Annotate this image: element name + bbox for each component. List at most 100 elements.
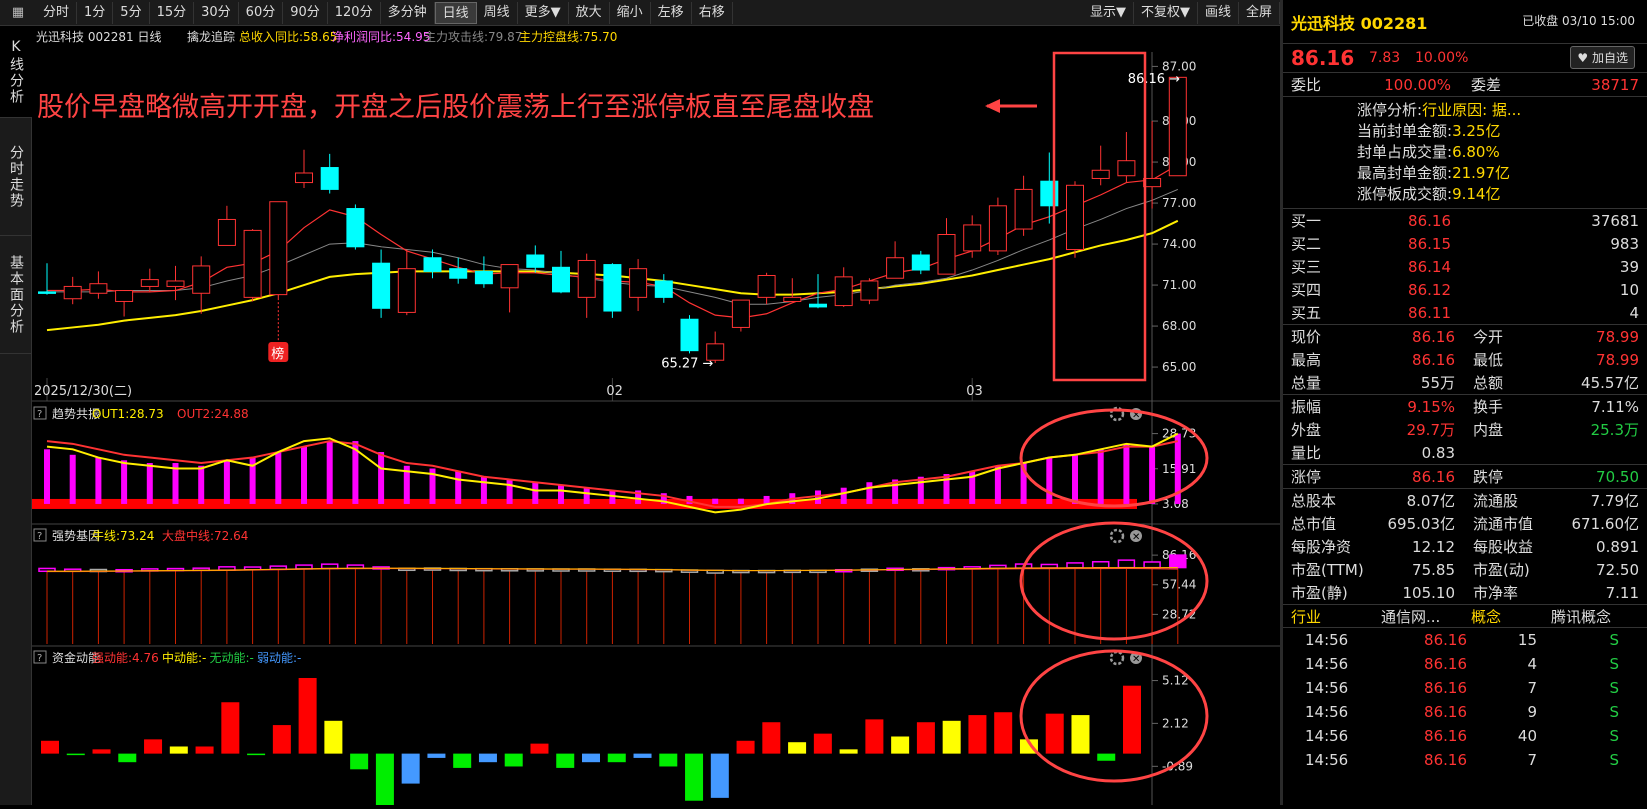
candle-body[interactable] [500, 264, 519, 289]
toolbar-right-button[interactable]: 画线 [1198, 1, 1239, 24]
momentum-bar[interactable] [272, 725, 291, 754]
candle-body[interactable] [38, 291, 56, 294]
momentum-bar[interactable] [118, 753, 137, 763]
period-button[interactable]: 30分 [194, 1, 239, 24]
candle-body[interactable] [654, 280, 673, 298]
momentum-bar[interactable] [169, 746, 188, 754]
order-book-row[interactable]: 买二 86.15 983 [1283, 232, 1647, 255]
period-button[interactable]: 多分钟 [381, 1, 435, 24]
trend-bar[interactable] [1072, 454, 1078, 504]
gene-bar[interactable] [320, 563, 339, 570]
order-book-row[interactable]: 买一 86.16 37681 [1283, 209, 1647, 232]
momentum-bar[interactable] [633, 753, 652, 758]
candle-body[interactable] [937, 234, 956, 275]
momentum-bar[interactable] [298, 677, 317, 754]
period-button[interactable]: 更多▼ [518, 1, 569, 24]
momentum-bar[interactable] [788, 742, 807, 754]
period-button[interactable]: 90分 [283, 1, 328, 24]
momentum-bar[interactable] [247, 753, 266, 756]
candle-body[interactable] [731, 299, 750, 328]
concept-value[interactable]: 腾讯概念 [1551, 606, 1639, 627]
trend-bar[interactable] [1097, 449, 1104, 504]
candle-body[interactable] [1066, 184, 1084, 251]
momentum-bar[interactable] [942, 720, 961, 754]
candle-body[interactable] [680, 318, 699, 352]
candle-body[interactable] [886, 257, 905, 279]
candle-body[interactable] [1014, 188, 1033, 230]
momentum-bar[interactable] [144, 739, 163, 754]
candle-body[interactable] [860, 280, 879, 301]
gene-bar[interactable] [1066, 562, 1084, 569]
candle-body[interactable] [346, 208, 365, 248]
candle-body[interactable] [526, 254, 545, 268]
gene-bar[interactable] [1091, 561, 1110, 569]
momentum-bar[interactable] [839, 749, 858, 754]
trend-bar[interactable] [506, 479, 513, 504]
candle-body[interactable] [320, 167, 339, 190]
momentum-bar[interactable] [427, 753, 446, 758]
candle-body[interactable] [243, 229, 262, 298]
add-watchlist-button[interactable]: ♥ 加自选 [1570, 46, 1635, 69]
trend-bar[interactable] [455, 471, 462, 504]
candle-body[interactable] [397, 268, 416, 313]
candle-body[interactable] [963, 224, 982, 252]
candle-body[interactable] [577, 259, 596, 298]
momentum-bar[interactable] [916, 722, 935, 754]
momentum-bar[interactable] [994, 712, 1013, 754]
period-button[interactable]: 15分 [150, 1, 195, 24]
tab-fundamentals[interactable]: 基本面分析 [0, 236, 32, 354]
momentum-bar[interactable] [41, 740, 59, 754]
candle-body[interactable] [988, 205, 1007, 252]
period-button[interactable]: 1分 [77, 1, 114, 24]
candle-body[interactable] [911, 254, 930, 271]
order-book-row[interactable]: 买三 86.14 39 [1283, 255, 1647, 278]
momentum-bar[interactable] [659, 753, 678, 767]
trend-bar[interactable] [378, 452, 385, 504]
trend-bar[interactable] [583, 487, 590, 504]
trend-bar[interactable] [866, 482, 873, 504]
tab-intraday[interactable]: 分时走势 [0, 118, 32, 236]
candle-body[interactable] [809, 303, 827, 308]
candle-body[interactable] [192, 265, 211, 294]
period-button[interactable]: 日线 [434, 1, 477, 24]
candle-body[interactable] [217, 218, 236, 246]
trend-bar[interactable] [1123, 443, 1130, 504]
momentum-bar[interactable] [1071, 715, 1090, 754]
trend-bar[interactable] [1149, 446, 1156, 504]
candle-body[interactable] [783, 296, 802, 302]
trend-bar[interactable] [326, 441, 333, 504]
momentum-bar[interactable] [582, 753, 600, 763]
candle-body[interactable] [603, 264, 622, 312]
trend-bar[interactable] [737, 498, 744, 504]
trend-bar[interactable] [275, 452, 282, 504]
momentum-bar[interactable] [607, 753, 626, 763]
candle-body[interactable] [552, 266, 570, 293]
period-button[interactable]: 120分 [328, 1, 381, 24]
zoom-button[interactable]: 缩小 [610, 1, 651, 24]
trend-bar[interactable] [1046, 457, 1053, 504]
toolbar-right-button[interactable]: 不复权▼ [1134, 1, 1198, 24]
candle-body[interactable] [1117, 160, 1136, 177]
candle-body[interactable] [269, 201, 288, 296]
momentum-bar[interactable] [813, 733, 832, 754]
candle-body[interactable] [757, 275, 776, 298]
zoom-button[interactable]: 右移 [692, 1, 733, 24]
trend-bar[interactable] [480, 476, 487, 504]
candle-body[interactable] [1091, 169, 1110, 179]
momentum-bar[interactable] [685, 753, 704, 801]
momentum-bar[interactable] [375, 753, 394, 805]
momentum-bar[interactable] [710, 753, 729, 798]
momentum-bar[interactable] [478, 753, 497, 763]
period-button[interactable]: 60分 [239, 1, 284, 24]
industry-value[interactable]: 通信网... [1381, 606, 1471, 627]
trend-bar[interactable] [121, 460, 128, 504]
trend-bar[interactable] [994, 465, 1001, 504]
candle-body[interactable] [372, 262, 391, 309]
momentum-bar[interactable] [401, 753, 420, 784]
trend-bar[interactable] [198, 465, 205, 504]
trend-bar[interactable] [301, 446, 307, 504]
momentum-bar[interactable] [762, 722, 781, 754]
momentum-bar[interactable] [92, 749, 111, 754]
candle-body[interactable] [1168, 76, 1187, 177]
momentum-bar[interactable] [968, 715, 987, 754]
